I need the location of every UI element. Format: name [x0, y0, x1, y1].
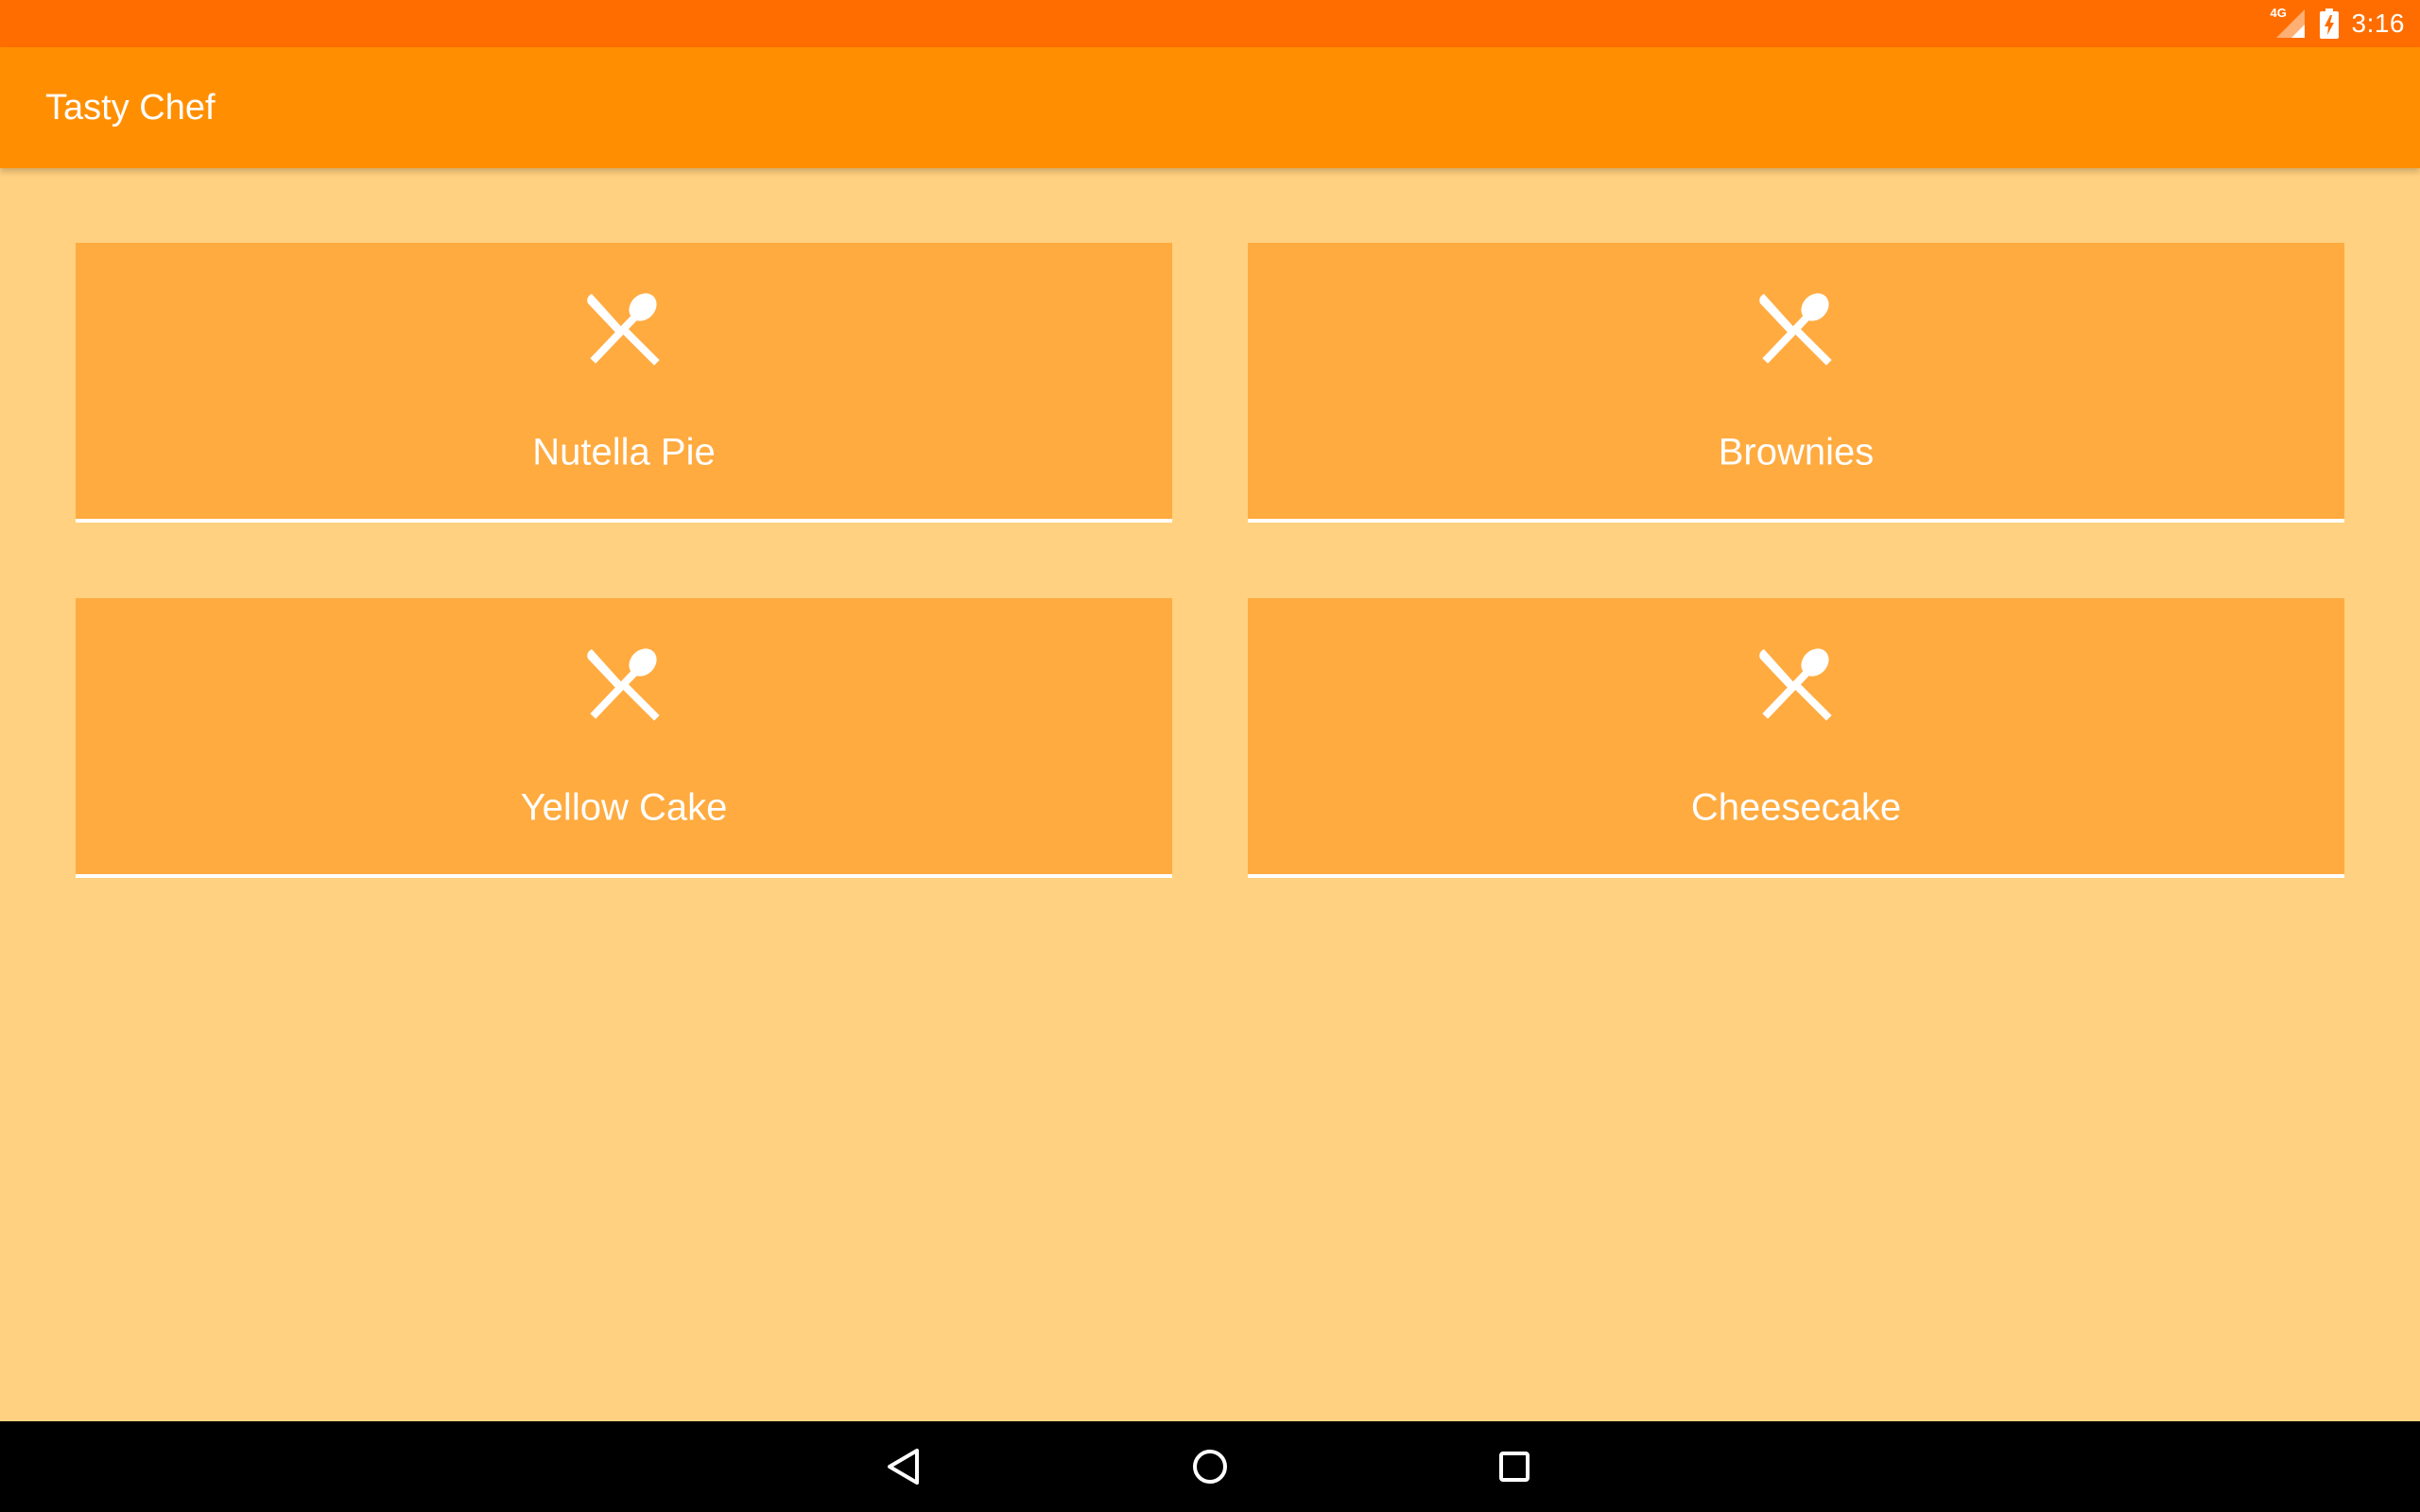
home-button[interactable]: [1165, 1421, 1255, 1512]
network-type: 4G: [2270, 6, 2287, 20]
recipe-grid: Nutella Pie Brownies Yellow Cake Cheesec…: [76, 243, 2344, 878]
status-clock: 3:16: [2351, 9, 2405, 38]
back-icon: [886, 1448, 922, 1486]
recipe-card[interactable]: Nutella Pie: [76, 243, 1172, 523]
status-bar: 4G 3:16: [0, 0, 2420, 47]
recents-icon: [1497, 1450, 1531, 1484]
utensils-icon: [1756, 644, 1836, 723]
recipe-card[interactable]: Brownies: [1248, 243, 2344, 523]
app-bar: Tasty Chef: [0, 47, 2420, 168]
utensils-icon: [1756, 288, 1836, 368]
app-title: Tasty Chef: [45, 88, 216, 128]
recipe-label: Yellow Cake: [520, 786, 728, 829]
recipe-label: Nutella Pie: [532, 431, 716, 473]
battery-charging-icon: [2319, 9, 2339, 39]
status-icons: 4G 3:16: [2271, 0, 2406, 47]
app-screen: 4G 3:16 Tasty Chef Nutella Pie Brownies …: [0, 0, 2420, 1512]
recents-button[interactable]: [1469, 1421, 1560, 1512]
recipe-label: Brownies: [1718, 431, 1875, 473]
signal-icon: 4G: [2270, 6, 2307, 40]
back-button[interactable]: [858, 1421, 949, 1512]
home-icon: [1191, 1448, 1229, 1486]
recipe-card[interactable]: Cheesecake: [1248, 598, 2344, 878]
recipe-label: Cheesecake: [1690, 786, 1902, 829]
recipe-card[interactable]: Yellow Cake: [76, 598, 1172, 878]
utensils-icon: [584, 644, 664, 723]
navigation-bar: [0, 1421, 2420, 1512]
utensils-icon: [584, 288, 664, 368]
